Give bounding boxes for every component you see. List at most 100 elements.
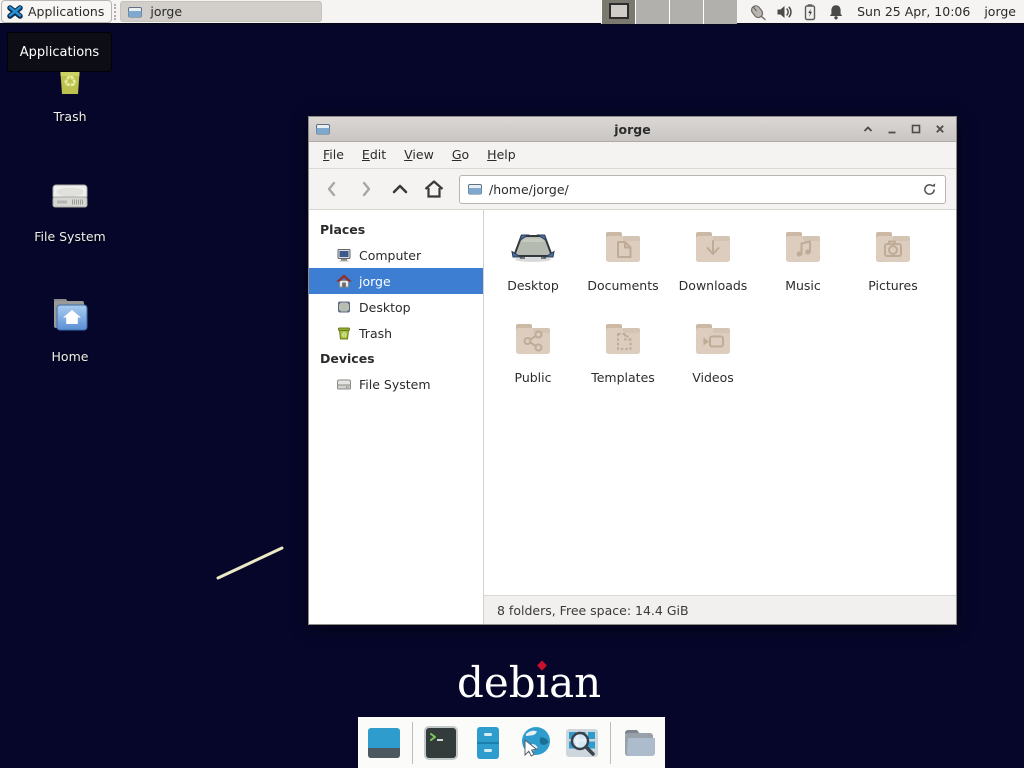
shade-button[interactable] — [860, 122, 875, 137]
desktop-icon-label: Trash — [22, 109, 118, 124]
file-item-pictures[interactable]: Pictures — [848, 223, 938, 309]
debian-logo: debıan — [457, 658, 601, 707]
menu-view[interactable]: View — [395, 142, 443, 168]
desktop-icon-home[interactable]: Home — [22, 290, 118, 364]
location-folder-icon — [467, 181, 483, 197]
file-manager-window: jorge File Edit View Go Help — [308, 116, 957, 625]
sidebar-item-label: Computer — [359, 248, 421, 263]
sidebar-item-desktop[interactable]: Desktop — [309, 294, 483, 320]
back-button[interactable] — [317, 175, 347, 203]
sidebar-item-label: File System — [359, 377, 431, 392]
file-item-label: Documents — [578, 278, 668, 293]
workspace-1[interactable] — [601, 0, 635, 24]
drive-icon — [336, 376, 352, 392]
desktop-icon-label: Home — [22, 349, 118, 364]
minimize-button[interactable] — [884, 122, 899, 137]
tooltip-text: Applications — [20, 45, 99, 60]
sidebar-item-computer[interactable]: Computer — [309, 242, 483, 268]
menu-edit[interactable]: Edit — [353, 142, 395, 168]
back-icon — [320, 177, 344, 201]
mouse-icon[interactable] — [747, 2, 767, 22]
menu-go[interactable]: Go — [443, 142, 478, 168]
web-browser-launcher[interactable] — [516, 724, 554, 762]
sidebar-item-trash[interactable]: ♻ Trash — [309, 320, 483, 346]
directory-menu-button[interactable] — [620, 724, 658, 762]
file-item-label: Downloads — [668, 278, 758, 293]
file-item-videos[interactable]: Videos — [668, 315, 758, 401]
sidebar-item-label: Desktop — [359, 300, 411, 315]
sidebar-header-places: Places — [309, 217, 483, 242]
dock-separator — [412, 722, 413, 764]
application-finder-launcher[interactable] — [563, 724, 601, 762]
sidebar-header-devices: Devices — [309, 346, 483, 371]
panel-handle — [114, 4, 118, 20]
reload-icon[interactable] — [921, 181, 938, 198]
titlebar[interactable]: jorge — [309, 117, 956, 142]
sidebar-item-filesystem[interactable]: File System — [309, 371, 483, 397]
workspace-2[interactable] — [635, 0, 669, 24]
file-manager-launcher[interactable] — [469, 724, 507, 762]
music-folder-icon — [779, 223, 827, 271]
workspace-3[interactable] — [669, 0, 703, 24]
volume-icon[interactable] — [775, 3, 793, 21]
menubar: File Edit View Go Help — [309, 142, 956, 169]
menu-help[interactable]: Help — [478, 142, 525, 168]
location-bar[interactable]: /home/jorge/ — [459, 175, 946, 204]
file-view[interactable]: Desktop Documents Downloads — [484, 210, 956, 595]
sidebar-item-label: Trash — [359, 326, 392, 341]
file-item-label: Videos — [668, 370, 758, 385]
taskbar-window-button[interactable]: jorge — [120, 1, 322, 22]
top-panel: Applications jorge — [0, 0, 1024, 25]
file-item-label: Pictures — [848, 278, 938, 293]
file-item-music[interactable]: Music — [758, 223, 848, 309]
notification-bell-icon[interactable] — [827, 3, 845, 21]
sidebar-item-jorge[interactable]: jorge — [309, 268, 483, 294]
computer-icon — [336, 247, 352, 263]
applications-menu-button[interactable]: Applications — [1, 0, 112, 23]
workspace-switcher — [601, 0, 737, 24]
dock-separator — [610, 722, 611, 764]
sidebar: Places Computer jorge — [309, 210, 484, 624]
workspace-window-thumbnail — [609, 3, 629, 19]
svg-text:♻: ♻ — [63, 72, 77, 91]
close-button[interactable] — [932, 122, 947, 137]
svg-text:♻: ♻ — [341, 331, 347, 339]
menu-file[interactable]: File — [314, 142, 353, 168]
up-icon — [388, 177, 412, 201]
dock — [358, 717, 665, 768]
workspace-4[interactable] — [703, 0, 737, 24]
applications-menu-label: Applications — [28, 4, 104, 19]
forward-icon — [354, 177, 378, 201]
trash-icon: ♻ — [336, 325, 352, 341]
terminal-launcher[interactable] — [422, 724, 460, 762]
home-icon — [422, 177, 446, 201]
toolbar: /home/jorge/ — [309, 169, 956, 210]
file-item-templates[interactable]: Templates — [578, 315, 668, 401]
file-item-downloads[interactable]: Downloads — [668, 223, 758, 309]
file-item-public[interactable]: Public — [488, 315, 578, 401]
maximize-button[interactable] — [908, 122, 923, 137]
desktop-scribble-line — [210, 540, 294, 588]
show-desktop-button[interactable] — [365, 724, 403, 762]
downloads-folder-icon — [689, 223, 737, 271]
system-tray — [747, 2, 845, 22]
battery-icon[interactable] — [801, 3, 819, 21]
up-button[interactable] — [385, 175, 415, 203]
house-icon — [336, 273, 352, 289]
applications-tooltip: Applications — [7, 32, 112, 72]
file-item-desktop[interactable]: Desktop — [488, 223, 578, 309]
desktop-icon-filesystem[interactable]: File System — [22, 170, 118, 244]
panel-user-button[interactable]: jorge — [984, 4, 1016, 19]
file-item-documents[interactable]: Documents — [578, 223, 668, 309]
desktop-item-icon — [509, 223, 557, 271]
pictures-folder-icon — [869, 223, 917, 271]
panel-clock[interactable]: Sun 25 Apr, 10:06 — [857, 4, 970, 19]
window-title: jorge — [309, 122, 956, 137]
xfce-logo-icon — [7, 4, 23, 20]
sidebar-item-label: jorge — [359, 274, 391, 289]
public-folder-icon — [509, 315, 557, 363]
documents-folder-icon — [599, 223, 647, 271]
home-button[interactable] — [419, 175, 449, 203]
forward-button[interactable] — [351, 175, 381, 203]
location-path[interactable]: /home/jorge/ — [489, 182, 915, 197]
